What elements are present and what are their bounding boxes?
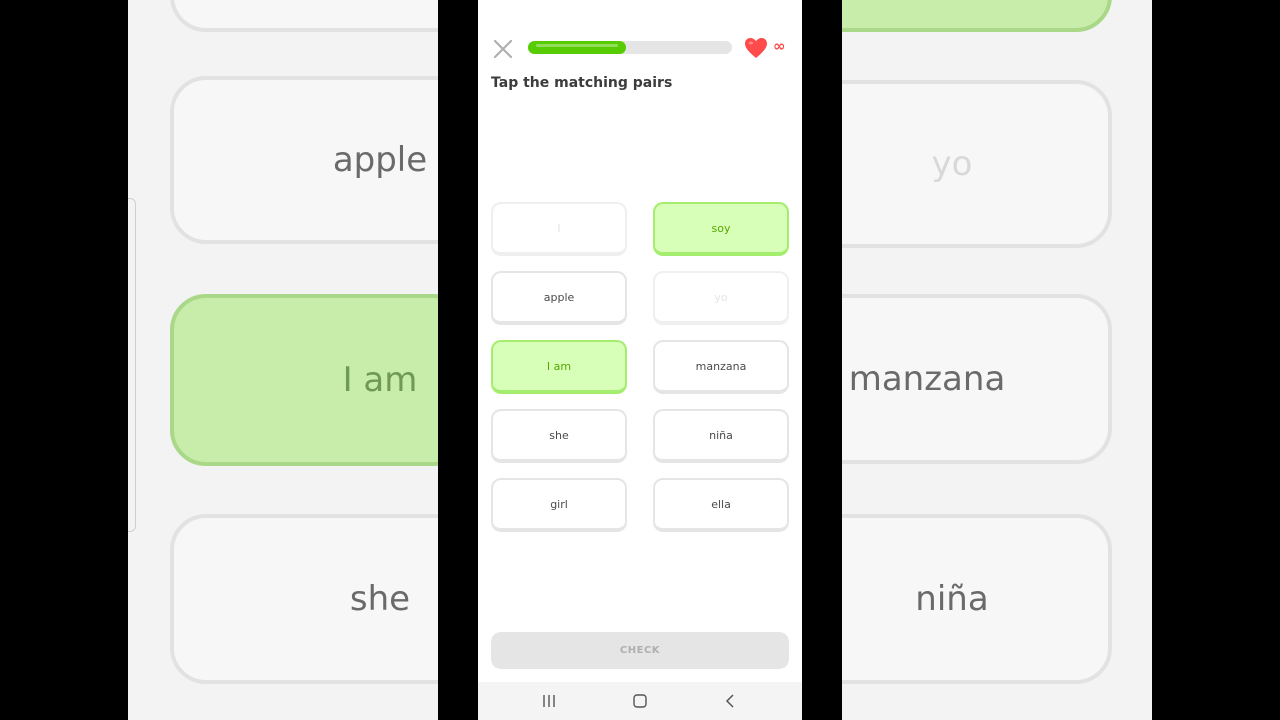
match-tile-right-5[interactable]: ella xyxy=(653,478,789,532)
progress-shine xyxy=(536,44,618,47)
system-nav-bar xyxy=(478,682,802,720)
match-tile-text: I xyxy=(557,221,561,235)
match-tile-left-3[interactable]: I am xyxy=(491,340,627,394)
match-tile-left-2[interactable]: apple xyxy=(491,271,627,325)
match-tile-left-5[interactable]: girl xyxy=(491,478,627,532)
background-tile: she xyxy=(170,514,438,684)
lesson-screen: ∞ Tap the matching pairs I apple I am sh… xyxy=(478,0,802,720)
match-tile-right-4[interactable]: niña xyxy=(653,409,789,463)
match-tile-text: yo xyxy=(714,290,728,304)
match-tile-left-4[interactable]: she xyxy=(491,409,627,463)
recent-apps-icon[interactable] xyxy=(540,692,558,710)
exercise-prompt: Tap the matching pairs xyxy=(491,75,673,91)
heart-icon xyxy=(745,38,767,58)
match-tile-text: manzana xyxy=(695,359,747,373)
match-tile-text: soy xyxy=(711,221,731,235)
match-tile-right-3[interactable]: manzana xyxy=(653,340,789,394)
background-tile: apple xyxy=(170,76,438,244)
background-edge xyxy=(128,198,136,532)
background-word: I am xyxy=(342,360,418,400)
match-tile-text: niña xyxy=(709,428,733,442)
background-word: manzana xyxy=(848,359,1006,399)
check-button[interactable]: CHECK xyxy=(491,632,789,669)
background-left-panel: apple I am she xyxy=(128,0,438,720)
match-tile-left-1[interactable]: I xyxy=(491,202,627,256)
match-tile-text: apple xyxy=(543,290,575,304)
background-word: niña xyxy=(915,579,989,619)
match-tile-text: I am xyxy=(546,359,572,373)
hearts-count: ∞ xyxy=(773,37,786,55)
progress-bar xyxy=(528,41,732,54)
background-tile: niña xyxy=(842,514,1112,684)
match-tile-text: she xyxy=(549,428,569,442)
background-right-panel: yo manzana niña xyxy=(842,0,1152,720)
close-button[interactable] xyxy=(492,38,514,60)
match-tile-right-1[interactable]: soy xyxy=(653,202,789,256)
match-tile-text: ella xyxy=(711,497,731,511)
background-tile xyxy=(842,0,1112,32)
home-icon[interactable] xyxy=(631,692,649,710)
background-word: apple xyxy=(332,140,428,180)
background-tile xyxy=(170,0,438,32)
background-word: yo xyxy=(931,144,973,184)
progress-fill xyxy=(528,41,626,54)
back-icon[interactable] xyxy=(722,692,740,710)
match-tile-text: girl xyxy=(550,497,568,511)
background-tile: I am xyxy=(170,294,438,466)
lesson-header: ∞ xyxy=(478,36,802,60)
background-word: she xyxy=(349,579,411,619)
match-tile-right-2[interactable]: yo xyxy=(653,271,789,325)
close-icon xyxy=(493,39,513,59)
background-tile: manzana xyxy=(842,294,1112,464)
background-tile: yo xyxy=(842,80,1112,248)
